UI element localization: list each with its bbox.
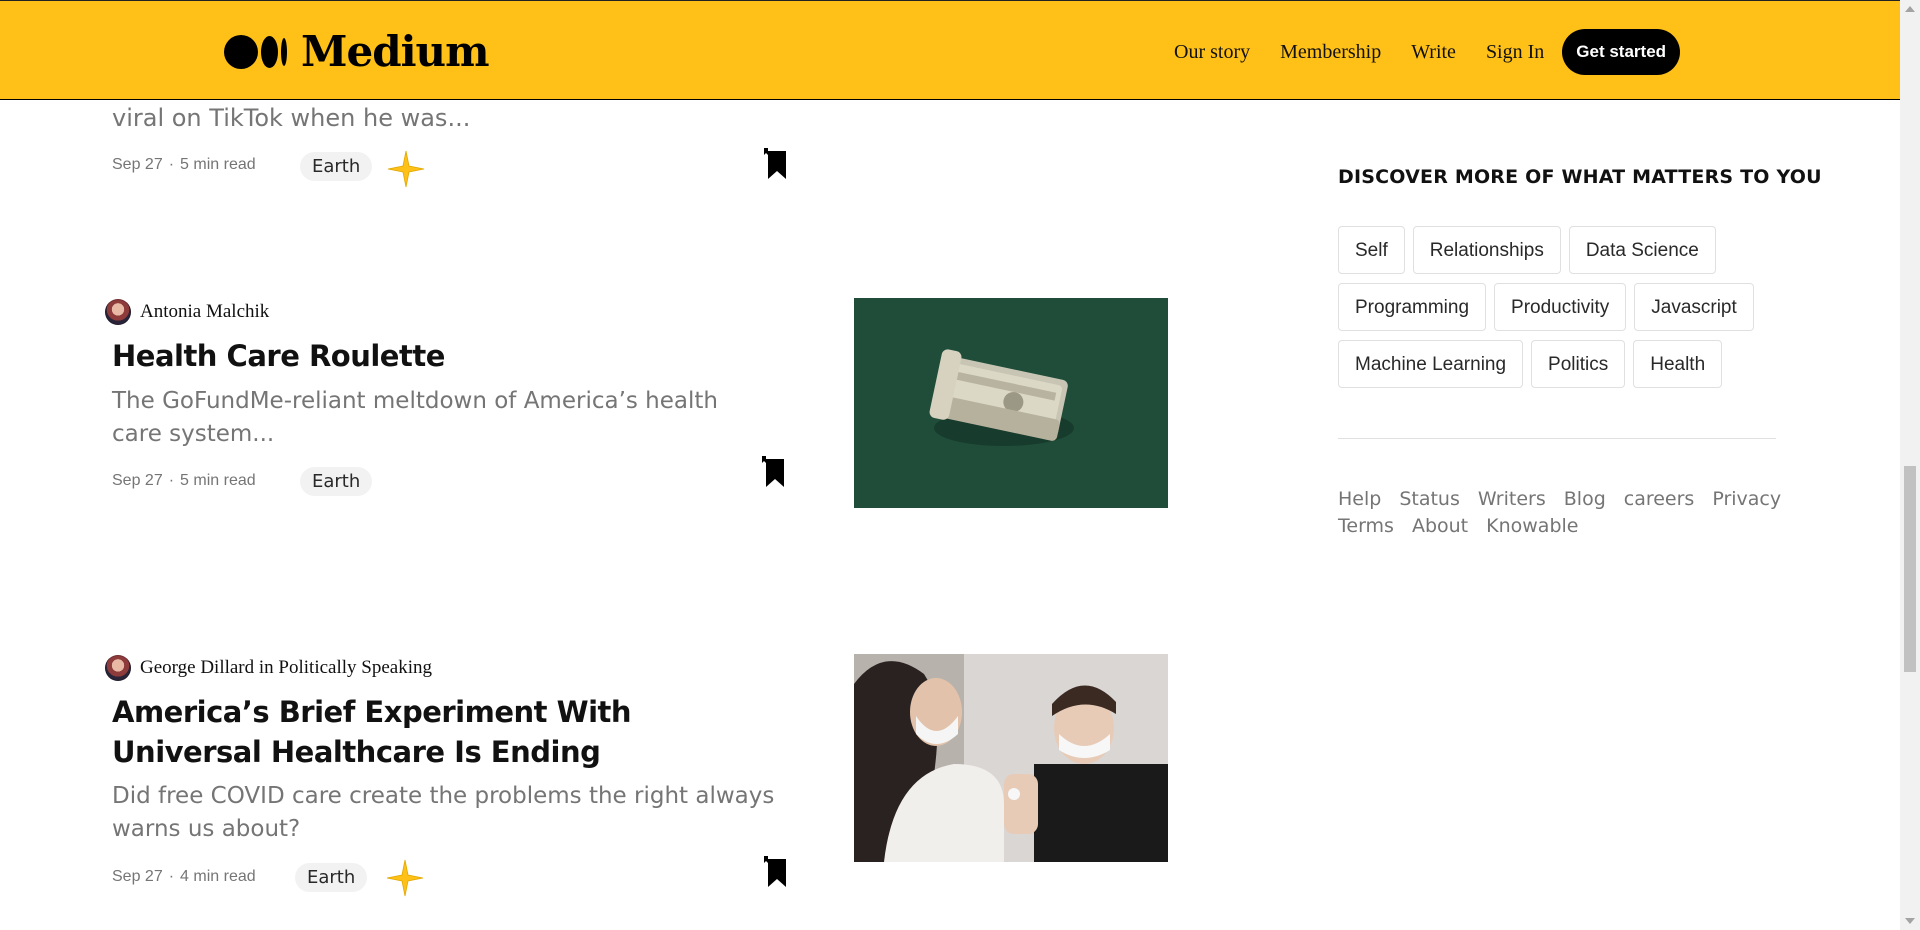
footer-link-privacy[interactable]: Privacy — [1712, 488, 1781, 510]
topic-chip-relationships[interactable]: Relationships — [1412, 226, 1561, 274]
article-author[interactable]: Antonia Malchik — [105, 299, 269, 325]
author-name: Antonia Malchik — [140, 301, 270, 322]
topic-chip-programming[interactable]: Programming — [1338, 283, 1487, 331]
nav-write[interactable]: Write — [1411, 32, 1456, 72]
article-date: Sep 27 — [112, 472, 163, 489]
topic-chip-machine-learning[interactable]: Machine Learning — [1338, 340, 1524, 388]
article-title[interactable]: Health Care Roulette — [112, 336, 752, 376]
scroll-thumb[interactable] — [1904, 466, 1916, 672]
topic-chip-health[interactable]: Health — [1633, 340, 1723, 388]
article-meta: Sep 27 · 5 min read — [112, 472, 256, 489]
footer-links: Help Status Writers Blog careers Privacy Term… — [1338, 486, 1781, 540]
article-thumbnail-vaccine[interactable] — [854, 654, 1168, 862]
article-excerpt[interactable]: The GoFundMe-reliant meltdown of America… — [112, 385, 762, 451]
article-author[interactable]: George Dillard in Politically Speaking — [105, 655, 432, 681]
sidebar-divider — [1338, 438, 1776, 439]
article-meta: Sep 27 · 5 min read — [112, 156, 256, 173]
author-name: George Dillard in Politically Speaking — [140, 657, 432, 678]
vaccination-image — [854, 654, 1168, 862]
article-tag[interactable]: Earth — [300, 467, 373, 496]
article-date: Sep 27 — [112, 868, 163, 885]
author-avatar — [105, 655, 131, 681]
article-date: Sep 27 — [112, 156, 163, 173]
scroll-down-arrow-icon[interactable] — [1905, 918, 1915, 924]
footer-link-writers[interactable]: Writers — [1478, 488, 1546, 510]
scroll-up-arrow-icon[interactable] — [1905, 6, 1915, 12]
get-started-button[interactable]: Get started — [1562, 29, 1681, 75]
article-tag[interactable]: Earth — [300, 152, 373, 181]
article-meta: Sep 27 · 4 min read — [112, 868, 256, 885]
member-star-icon — [386, 859, 424, 897]
logo-text: Medium — [301, 27, 490, 76]
topic-chip-javascript[interactable]: Javascript — [1634, 283, 1754, 331]
topic-chip-politics[interactable]: Politics — [1531, 340, 1626, 388]
article-thumbnail-dollar[interactable] — [854, 298, 1168, 508]
footer-link-knowable[interactable]: Knowable — [1486, 515, 1578, 537]
topic-chip-self[interactable]: Self — [1338, 226, 1405, 274]
member-star-icon — [387, 150, 425, 188]
footer-link-status[interactable]: Status — [1399, 488, 1460, 510]
article-excerpt[interactable]: Did free COVID care create the problems … — [112, 780, 802, 846]
nav-our-story[interactable]: Our story — [1174, 32, 1250, 72]
sidebar-title: DISCOVER MORE OF WHAT MATTERS TO YOU — [1338, 166, 1822, 188]
footer-link-terms[interactable]: Terms — [1338, 515, 1394, 537]
footer-link-about[interactable]: About — [1412, 515, 1468, 537]
topic-chips: Self Relationships Data Science Programmin… — [1338, 226, 1788, 397]
article-read-time: 5 min read — [180, 472, 256, 489]
article-read-time: 5 min read — [180, 156, 256, 173]
article-excerpt[interactable]: viral on TikTok when he was... — [112, 104, 470, 132]
author-avatar — [105, 299, 131, 325]
bookmark-icon[interactable] — [760, 455, 788, 489]
topic-chip-productivity[interactable]: Productivity — [1494, 283, 1627, 331]
top-nav: Our story Membership Write Sign In Get s… — [1174, 29, 1681, 75]
medium-logo-icon — [224, 34, 287, 69]
article-read-time: 4 min read — [180, 868, 256, 885]
footer-link-help[interactable]: Help — [1338, 488, 1381, 510]
bookmark-icon[interactable] — [762, 147, 790, 181]
page-scrollbar[interactable] — [1900, 0, 1920, 930]
footer-link-careers[interactable]: careers — [1624, 488, 1695, 510]
article-title[interactable]: America’s Brief Experiment With Universa… — [112, 692, 752, 772]
top-header: Medium Our story Membership Write Sign I… — [0, 0, 1900, 100]
medium-logo[interactable]: Medium — [224, 27, 490, 76]
nav-sign-in[interactable]: Sign In — [1486, 32, 1544, 72]
article-tag[interactable]: Earth — [295, 863, 368, 892]
nav-membership[interactable]: Membership — [1280, 32, 1381, 72]
topic-chip-data-science[interactable]: Data Science — [1568, 226, 1716, 274]
footer-link-blog[interactable]: Blog — [1564, 488, 1606, 510]
bookmark-icon[interactable] — [762, 855, 790, 889]
folded-dollar-image — [854, 298, 1168, 508]
